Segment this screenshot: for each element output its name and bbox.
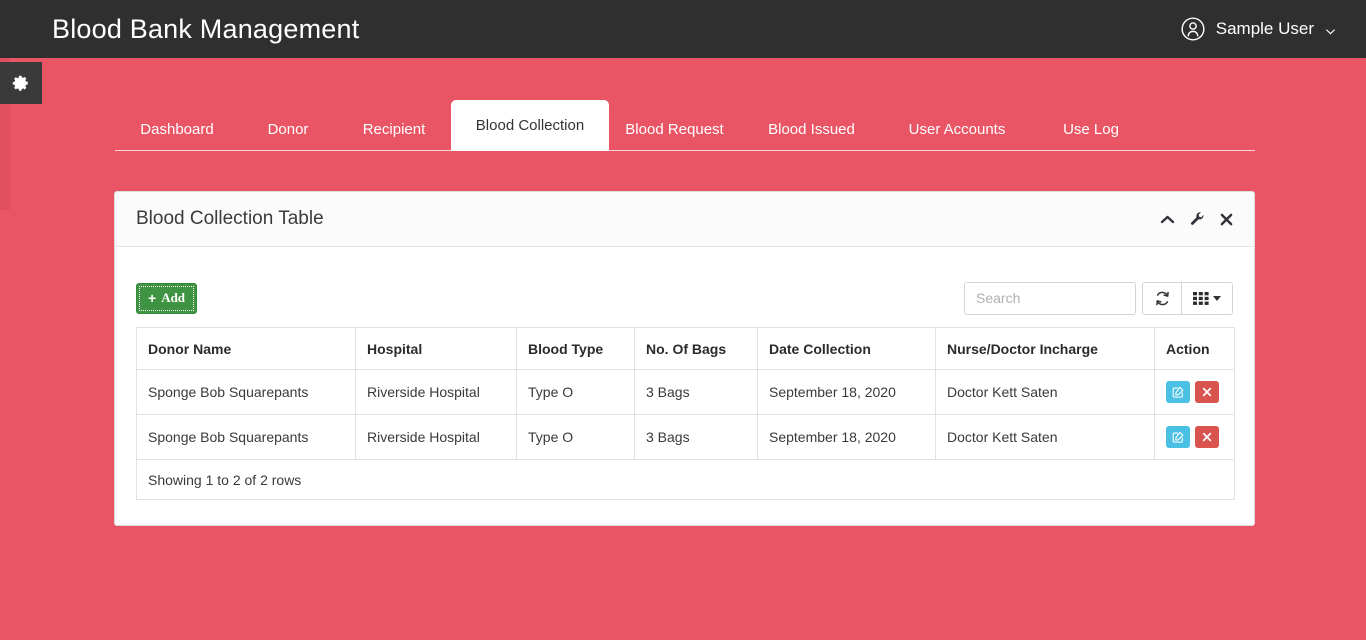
refresh-icon bbox=[1154, 290, 1171, 307]
tab-recipient[interactable]: Recipient bbox=[337, 108, 451, 151]
table-footer-row: Showing 1 to 2 of 2 rows bbox=[136, 459, 1235, 500]
tab-blood-issued[interactable]: Blood Issued bbox=[740, 108, 883, 151]
grid-columns-icon bbox=[1193, 291, 1209, 306]
table-head: Donor Name Hospital Blood Type No. Of Ba… bbox=[136, 327, 1235, 370]
edit-row-button[interactable] bbox=[1166, 426, 1190, 448]
tab-blood-collection[interactable]: Blood Collection bbox=[451, 100, 609, 151]
cell-no-of-bags: 3 Bags bbox=[634, 414, 758, 460]
column-header-donor-name[interactable]: Donor Name bbox=[136, 327, 356, 370]
user-menu[interactable]: Sample User bbox=[1180, 16, 1336, 42]
refresh-button[interactable] bbox=[1142, 281, 1182, 315]
search-input[interactable] bbox=[964, 281, 1136, 315]
times-icon bbox=[1202, 387, 1212, 397]
nav-underline bbox=[115, 150, 1255, 151]
column-header-hospital[interactable]: Hospital bbox=[355, 327, 517, 370]
table-body: Sponge Bob Squarepants Riverside Hospita… bbox=[136, 369, 1235, 500]
chevron-down-icon bbox=[1325, 24, 1336, 35]
edit-row-button[interactable] bbox=[1166, 381, 1190, 403]
table-action-button-group bbox=[1142, 281, 1233, 315]
blood-collection-panel: Blood Collection Table + Add Search Dono… bbox=[114, 191, 1255, 526]
cell-actions bbox=[1154, 369, 1235, 415]
sidebar-toggle-button[interactable] bbox=[0, 62, 42, 104]
main-nav: Dashboard Donor Recipient Blood Collecti… bbox=[115, 100, 1255, 151]
cell-donor-name: Sponge Bob Squarepants bbox=[136, 414, 356, 460]
nav-tab-list: Dashboard Donor Recipient Blood Collecti… bbox=[115, 100, 1255, 151]
column-header-no-of-bags[interactable]: No. Of Bags bbox=[634, 327, 758, 370]
cell-no-of-bags: 3 Bags bbox=[634, 369, 758, 415]
column-header-date-collection[interactable]: Date Collection bbox=[757, 327, 936, 370]
table-toolbar-right bbox=[964, 281, 1233, 315]
cell-incharge: Doctor Kett Saten bbox=[935, 414, 1155, 460]
cell-date-collection: September 18, 2020 bbox=[757, 369, 936, 415]
column-header-blood-type[interactable]: Blood Type bbox=[516, 327, 635, 370]
cell-hospital: Riverside Hospital bbox=[355, 414, 517, 460]
tab-donor[interactable]: Donor bbox=[239, 108, 337, 151]
tab-use-log[interactable]: Use Log bbox=[1031, 108, 1151, 151]
panel-title: Blood Collection Table bbox=[136, 208, 324, 229]
delete-row-button[interactable] bbox=[1195, 381, 1219, 403]
gear-icon bbox=[12, 74, 30, 92]
edit-pencil-icon bbox=[1172, 431, 1184, 443]
table-row: Sponge Bob Squarepants Riverside Hospita… bbox=[136, 414, 1235, 460]
add-button[interactable]: + Add bbox=[136, 282, 198, 314]
app-title: Blood Bank Management bbox=[52, 13, 360, 44]
caret-down-icon bbox=[1213, 295, 1221, 301]
panel-tool-buttons bbox=[1160, 211, 1233, 227]
panel-body: + Add Search Donor Name Hospital Blood T… bbox=[115, 247, 1254, 500]
table-header-row: Donor Name Hospital Blood Type No. Of Ba… bbox=[136, 327, 1235, 370]
column-header-action: Action bbox=[1154, 327, 1235, 370]
chevron-up-icon[interactable] bbox=[1160, 213, 1175, 226]
row-action-buttons bbox=[1166, 426, 1223, 448]
pagination-summary: Showing 1 to 2 of 2 rows bbox=[136, 459, 1235, 500]
tab-blood-request[interactable]: Blood Request bbox=[609, 108, 740, 151]
top-header-bar: Blood Bank Management Sample User bbox=[0, 0, 1366, 58]
cell-actions bbox=[1154, 414, 1235, 460]
plus-icon: + bbox=[148, 290, 157, 306]
cell-blood-type: Type O bbox=[516, 369, 635, 415]
column-header-incharge[interactable]: Nurse/Doctor Incharge bbox=[935, 327, 1155, 370]
cell-hospital: Riverside Hospital bbox=[355, 369, 517, 415]
cell-date-collection: September 18, 2020 bbox=[757, 414, 936, 460]
wrench-icon[interactable] bbox=[1190, 211, 1205, 227]
times-icon[interactable] bbox=[1220, 213, 1233, 226]
blood-collection-table: Donor Name Hospital Blood Type No. Of Ba… bbox=[136, 327, 1235, 500]
table-row: Sponge Bob Squarepants Riverside Hospita… bbox=[136, 369, 1235, 415]
times-icon bbox=[1202, 432, 1212, 442]
cell-incharge: Doctor Kett Saten bbox=[935, 369, 1155, 415]
tab-user-accounts[interactable]: User Accounts bbox=[883, 108, 1031, 151]
add-button-label: Add bbox=[161, 290, 186, 305]
cell-donor-name: Sponge Bob Squarepants bbox=[136, 369, 356, 415]
user-circle-icon bbox=[1180, 16, 1206, 42]
cell-blood-type: Type O bbox=[516, 414, 635, 460]
tab-dashboard[interactable]: Dashboard bbox=[115, 108, 239, 151]
edit-pencil-icon bbox=[1172, 386, 1184, 398]
delete-row-button[interactable] bbox=[1195, 426, 1219, 448]
columns-dropdown-button[interactable] bbox=[1182, 281, 1233, 315]
panel-header: Blood Collection Table bbox=[115, 192, 1254, 247]
user-name-label: Sample User bbox=[1215, 19, 1314, 38]
row-action-buttons bbox=[1166, 381, 1223, 403]
table-toolbar: + Add bbox=[136, 281, 1233, 315]
